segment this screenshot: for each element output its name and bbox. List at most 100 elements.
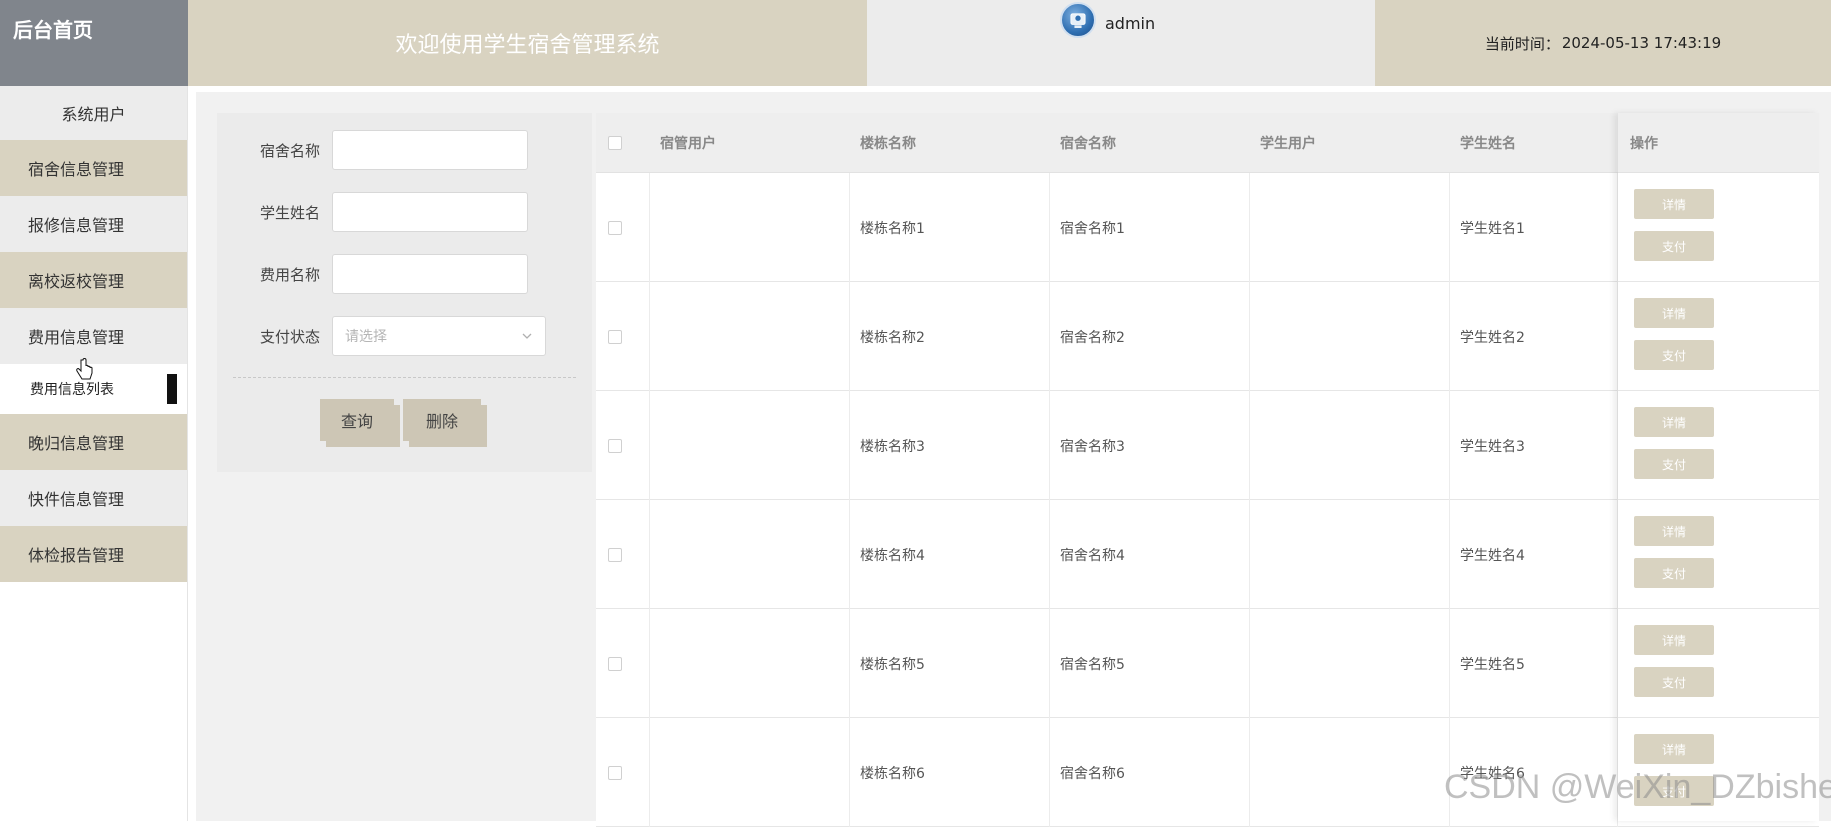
sidebar-item-system-users[interactable]: 系统用户: [0, 86, 187, 140]
select-all-checkbox[interactable]: [608, 136, 622, 150]
cell-student-user: [1250, 609, 1450, 718]
brand-home-link[interactable]: 后台首页: [0, 0, 188, 86]
cell-student-user: [1250, 391, 1450, 500]
sidebar-item-leave-return[interactable]: 离校返校管理: [0, 252, 187, 308]
cell-building: 楼栋名称2: [850, 282, 1050, 391]
fee-table: 宿管用户 楼栋名称 宿舍名称 学生用户 学生姓名 楼栋名称1 宿舍名称1 学生姓名1…: [596, 113, 1819, 827]
operations-column: 操作 详情 支付 详情 支付 详情 支付 详情 支付 详情 支付 详情 支付: [1618, 113, 1819, 827]
user-avatar-icon[interactable]: [1060, 2, 1096, 38]
cell-student-user: [1250, 718, 1450, 827]
sidebar: 系统用户 宿舍信息管理 报修信息管理 离校返校管理 费用信息管理 费用信息列表 …: [0, 86, 188, 821]
time-value: 2024-05-13 17:43:19: [1561, 34, 1722, 52]
row-checkbox[interactable]: [608, 765, 622, 780]
pay-status-label: 支付状态: [259, 327, 320, 346]
top-header: 后台首页 欢迎使用学生宿舍管理系统 admin 当前时间： 2024-05-13…: [0, 0, 1831, 86]
detail-button[interactable]: 详情: [1634, 407, 1714, 437]
detail-button[interactable]: 详情: [1634, 734, 1714, 764]
row-select-cell: [596, 391, 650, 500]
active-marker: [167, 374, 177, 404]
cell-manager: [650, 500, 850, 609]
detail-button[interactable]: 详情: [1634, 298, 1714, 328]
row-checkbox[interactable]: [608, 656, 622, 671]
pay-button[interactable]: 支付: [1634, 667, 1714, 697]
cell-building: 楼栋名称4: [850, 500, 1050, 609]
cell-dorm: 宿舍名称4: [1050, 500, 1250, 609]
detail-button[interactable]: 详情: [1634, 516, 1714, 546]
pay-button[interactable]: 支付: [1634, 340, 1714, 370]
cell-dorm: 宿舍名称1: [1050, 173, 1250, 282]
col-operations: 操作: [1618, 113, 1819, 173]
sidebar-item-health-report[interactable]: 体检报告管理: [0, 526, 187, 582]
chevron-down-icon: [522, 333, 532, 339]
col-dorm[interactable]: 宿舍名称: [1050, 113, 1250, 173]
delete-button[interactable]: 删除: [403, 399, 481, 441]
pay-status-select[interactable]: 请选择: [332, 316, 546, 356]
cell-student-name: 学生姓名3: [1450, 391, 1618, 500]
row-select-cell: [596, 173, 650, 282]
cell-student-user: [1250, 500, 1450, 609]
select-all-cell: [596, 113, 650, 173]
sidebar-subitem-label: 费用信息列表: [30, 382, 114, 398]
cell-dorm: 宿舍名称5: [1050, 609, 1250, 718]
time-label: 当前时间：: [1484, 34, 1560, 53]
row-checkbox[interactable]: [608, 547, 622, 562]
row-divider: [1618, 499, 1819, 500]
cell-student-name: 学生姓名4: [1450, 500, 1618, 609]
detail-button[interactable]: 详情: [1634, 625, 1714, 655]
user-panel: admin: [867, 0, 1375, 86]
cell-manager: [650, 282, 850, 391]
fee-name-input[interactable]: [332, 254, 528, 294]
cell-manager: [650, 173, 850, 282]
sidebar-item-fee-info[interactable]: 费用信息管理: [0, 308, 187, 364]
welcome-title: 欢迎使用学生宿舍管理系统: [188, 0, 867, 86]
col-student-name[interactable]: 学生姓名: [1450, 113, 1618, 173]
col-building[interactable]: 楼栋名称: [850, 113, 1050, 173]
col-student-user[interactable]: 学生用户: [1250, 113, 1450, 173]
query-button[interactable]: 查询: [320, 399, 394, 441]
row-divider: [1618, 608, 1819, 609]
pay-status-placeholder: 请选择: [345, 329, 387, 345]
detail-button[interactable]: 详情: [1634, 189, 1714, 219]
sidebar-item-dorm-info[interactable]: 宿舍信息管理: [0, 140, 187, 196]
username[interactable]: admin: [1105, 14, 1155, 33]
row-divider: [1618, 390, 1819, 391]
row-checkbox[interactable]: [608, 220, 622, 235]
cell-student-user: [1250, 282, 1450, 391]
dorm-name-input[interactable]: [332, 130, 528, 170]
hand-pointer-icon: [76, 358, 93, 380]
pay-button[interactable]: 支付: [1634, 231, 1714, 261]
cell-dorm: 宿舍名称2: [1050, 282, 1250, 391]
row-divider: [1618, 717, 1819, 718]
cell-manager: [650, 609, 850, 718]
cell-building: 楼栋名称5: [850, 609, 1050, 718]
cell-building: 楼栋名称3: [850, 391, 1050, 500]
cell-student-name: 学生姓名2: [1450, 282, 1618, 391]
cell-dorm: 宿舍名称6: [1050, 718, 1250, 827]
student-name-label: 学生姓名: [259, 203, 320, 222]
cell-dorm: 宿舍名称3: [1050, 391, 1250, 500]
cell-building: 楼栋名称1: [850, 173, 1050, 282]
sidebar-item-repair-info[interactable]: 报修信息管理: [0, 196, 187, 252]
fee-name-label: 费用名称: [259, 265, 320, 284]
filter-divider: [233, 377, 576, 378]
row-select-cell: [596, 282, 650, 391]
cell-manager: [650, 718, 850, 827]
sidebar-item-parcel-info[interactable]: 快件信息管理: [0, 470, 187, 526]
student-name-input[interactable]: [332, 192, 528, 232]
cell-student-name: 学生姓名1: [1450, 173, 1618, 282]
row-checkbox[interactable]: [608, 329, 622, 344]
pay-button[interactable]: 支付: [1634, 449, 1714, 479]
row-checkbox[interactable]: [608, 438, 622, 453]
row-select-cell: [596, 609, 650, 718]
cell-manager: [650, 391, 850, 500]
sidebar-item-late-return[interactable]: 晚归信息管理: [0, 414, 187, 470]
current-time: 当前时间： 2024-05-13 17:43:19: [1375, 0, 1831, 86]
watermark: CSDN @WeiXin_DZbishe: [1444, 768, 1831, 806]
row-select-cell: [596, 718, 650, 827]
cell-student-user: [1250, 173, 1450, 282]
col-manager[interactable]: 宿管用户: [650, 113, 850, 173]
dorm-name-label: 宿舍名称: [259, 141, 320, 160]
cell-building: 楼栋名称6: [850, 718, 1050, 827]
row-divider: [1618, 281, 1819, 282]
pay-button[interactable]: 支付: [1634, 558, 1714, 588]
